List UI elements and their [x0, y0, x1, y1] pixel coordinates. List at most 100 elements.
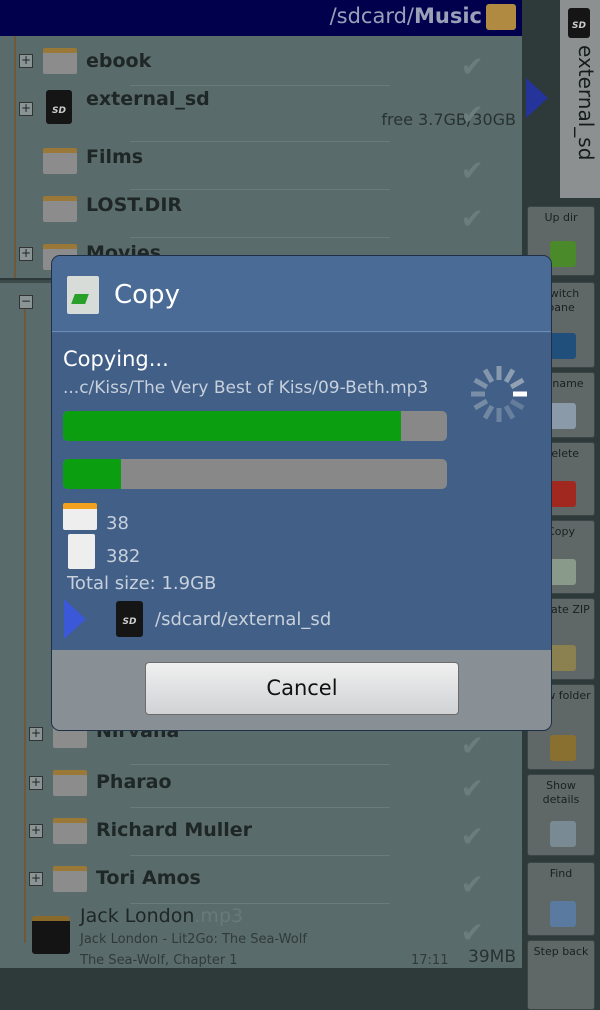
item-name: Pharao: [96, 771, 172, 793]
file-ext: .mp3: [194, 905, 244, 927]
check-icon[interactable]: ✔: [461, 729, 484, 762]
folder-icon: [43, 148, 77, 174]
list-item-file[interactable]: Jack London.mp3 Jack London - Lit2Go: Th…: [0, 904, 522, 968]
cancel-button[interactable]: Cancel: [145, 662, 459, 715]
folder-icon: [53, 770, 87, 796]
back-icon: [550, 975, 576, 1001]
rename-icon: [550, 403, 576, 429]
list-item[interactable]: LOST.DIR ✔: [0, 190, 522, 238]
toolbar-button-show-details[interactable]: Show details: [527, 774, 595, 856]
arrow-right-icon: [64, 599, 86, 639]
item-name: LOST.DIR: [86, 194, 183, 216]
check-icon[interactable]: ✔: [461, 868, 484, 901]
free-space: free 3.7GB/30GB: [381, 110, 516, 129]
spinner-segment: [473, 377, 489, 390]
total-size: Total size: 1.9GB: [67, 573, 217, 594]
sdcard-icon: SD: [568, 8, 590, 38]
folder-icon: [63, 503, 97, 530]
folder-icon: [53, 866, 87, 892]
list-item[interactable]: + SD external_sd free 3.7GB/30GB ✔: [0, 86, 522, 142]
audio-file-icon: [32, 916, 70, 954]
list-item[interactable]: Films ✔: [0, 142, 522, 190]
folder-icon: [53, 818, 87, 844]
list-item[interactable]: + Richard Muller ✔: [0, 808, 522, 856]
spinner-segment: [471, 391, 485, 397]
spinner-segment: [513, 391, 527, 397]
file-title: The Sea-Wolf, Chapter 1: [80, 953, 238, 968]
toolbar-button-label: Step back: [533, 945, 589, 958]
spinner-segment: [503, 404, 516, 420]
side-tab[interactable]: SD external_sd: [522, 0, 600, 198]
spinner-segment: [482, 404, 495, 420]
expand-icon[interactable]: +: [29, 776, 43, 790]
total-progress-fill: [63, 459, 121, 489]
check-icon[interactable]: ✔: [461, 916, 484, 949]
path-current: Music: [414, 4, 482, 28]
check-icon[interactable]: ✔: [461, 820, 484, 853]
list-item[interactable]: + ebook ✔: [0, 38, 522, 86]
collapse-icon[interactable]: −: [19, 295, 33, 309]
copy-icon: [550, 559, 576, 585]
spinner-segment: [473, 398, 489, 411]
path-prefix: /sdcard/: [329, 4, 414, 28]
list-item[interactable]: + Tori Amos ✔: [0, 856, 522, 904]
spinner-segment: [482, 368, 495, 384]
check-icon[interactable]: ✔: [461, 772, 484, 805]
expand-icon[interactable]: +: [19, 102, 33, 116]
sdcard-icon: SD: [46, 90, 72, 124]
spinner-segment: [496, 366, 502, 380]
toolbar-button-label: Show details: [542, 779, 580, 806]
list-item[interactable]: + Pharao ✔: [0, 760, 522, 808]
item-name: ebook: [86, 50, 152, 72]
check-icon[interactable]: ✔: [461, 154, 484, 187]
file-album: Jack London - Lit2Go: The Sea-Wolf: [80, 932, 307, 947]
question-icon: [550, 821, 576, 847]
folder-count: 38: [106, 513, 129, 534]
file-name: Jack London: [80, 905, 195, 927]
item-name: external_sd: [86, 88, 210, 110]
file-size: 39MB: [468, 947, 516, 967]
expand-icon[interactable]: +: [19, 247, 33, 261]
new-folder-icon: [550, 735, 576, 761]
expand-icon[interactable]: +: [29, 872, 43, 886]
spinner-segment: [503, 368, 516, 384]
switch-pane-icon: [550, 333, 576, 359]
toolbar-button-label: Find: [549, 867, 573, 880]
destination-path: /sdcard/external_sd: [155, 609, 332, 630]
path-header: /sdcard/Music: [0, 0, 522, 36]
toolbar-button-label: Up dir: [544, 211, 578, 224]
file-pane-top[interactable]: + ebook ✔ + SD external_sd free 3.7GB/30…: [0, 36, 522, 278]
check-icon[interactable]: ✔: [461, 202, 484, 235]
expand-icon[interactable]: +: [29, 824, 43, 838]
file-count: 382: [106, 546, 141, 567]
copy-icon: [67, 276, 99, 314]
file-progress-fill: [63, 411, 401, 441]
sdcard-icon: SD: [116, 601, 143, 637]
check-icon[interactable]: ✔: [461, 50, 484, 83]
toolbar-button-find[interactable]: Find: [527, 862, 595, 936]
folder-icon: [43, 48, 77, 74]
total-progress-bar: [63, 459, 447, 489]
file-time: 17:11: [411, 953, 449, 968]
expand-icon[interactable]: +: [29, 727, 43, 741]
copy-dialog: Copy Copying... ...c/Kiss/The Very Best …: [51, 255, 552, 731]
arrow-right-icon: [526, 78, 548, 118]
music-folder-icon: [486, 4, 516, 30]
dialog-title: Copy: [114, 280, 180, 310]
spinner-segment: [509, 377, 525, 390]
copy-status: Copying...: [63, 347, 169, 371]
side-tab-label: external_sd: [574, 45, 598, 161]
item-name: Richard Muller: [96, 819, 253, 841]
item-name: Films: [86, 146, 144, 168]
search-icon: [550, 901, 576, 927]
trash-icon: [550, 481, 576, 507]
spinner-segment: [509, 398, 525, 411]
check-icon[interactable]: ✔: [461, 98, 484, 131]
up-arrow-icon: [550, 241, 576, 267]
expand-icon[interactable]: +: [19, 54, 33, 68]
file-progress-bar: [63, 411, 447, 441]
current-file: ...c/Kiss/The Very Best of Kiss/09-Beth.…: [63, 378, 429, 398]
folder-icon: [43, 196, 77, 222]
toolbar-button-step-back[interactable]: Step back: [527, 940, 595, 1010]
spinner-icon: [471, 366, 527, 422]
